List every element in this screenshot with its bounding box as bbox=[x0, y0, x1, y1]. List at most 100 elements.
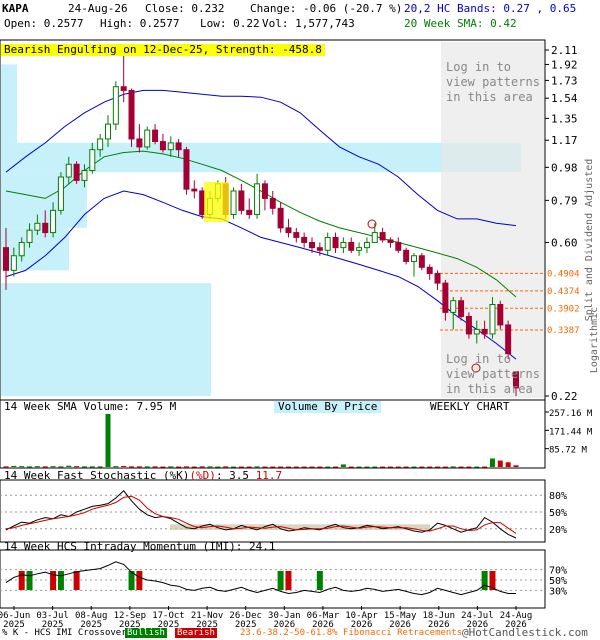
stoch-tick-label: 80% bbox=[549, 491, 567, 502]
volume-bar bbox=[505, 462, 511, 467]
volume-bar bbox=[309, 466, 315, 468]
candle-body bbox=[120, 86, 127, 91]
imi-tick-label: 30% bbox=[549, 586, 567, 597]
candle-body bbox=[395, 241, 402, 251]
candle-body bbox=[387, 239, 394, 243]
date-axis: 06-Jun202503-Jul202508-Aug202512-Sep2025… bbox=[0, 606, 532, 630]
login-line: view patterns bbox=[446, 367, 540, 381]
volume-bar bbox=[356, 466, 362, 468]
price-tick-label: 0.98 bbox=[551, 161, 578, 174]
candle-body bbox=[277, 207, 284, 229]
candle-body bbox=[497, 304, 504, 326]
candle-body bbox=[473, 328, 480, 335]
volume-bar bbox=[58, 466, 64, 468]
volume-tick-label: 257.16 M bbox=[549, 409, 593, 419]
volume-bar bbox=[113, 466, 119, 468]
pattern-banner: Bearish Engulfing on 12-Dec-25, Strength… bbox=[1, 44, 325, 56]
candle-body bbox=[97, 138, 104, 151]
volume-bar bbox=[450, 466, 456, 468]
candle-body bbox=[458, 300, 465, 317]
volume-bar bbox=[105, 413, 111, 467]
stoch-k-label: 14 Week Fast Stochastic (%K) bbox=[4, 469, 190, 482]
candle-body bbox=[489, 304, 496, 335]
price-tick-label: 1.92 bbox=[551, 58, 578, 71]
candle-body bbox=[340, 241, 347, 249]
crossover-marker bbox=[316, 571, 323, 590]
price-tick-label: 1.73 bbox=[551, 74, 578, 87]
volume-bar bbox=[223, 466, 229, 468]
volume-tick-label: 171.44 M bbox=[549, 427, 593, 437]
candle-body bbox=[465, 315, 472, 335]
volume-bar bbox=[301, 466, 307, 468]
volume-bar bbox=[207, 466, 213, 468]
login-line: view patterns bbox=[446, 75, 540, 89]
crossover-marker bbox=[57, 571, 64, 590]
crossover-marker bbox=[285, 571, 292, 590]
candle-body bbox=[3, 247, 9, 271]
stoch-tick-label: 50% bbox=[549, 508, 567, 519]
split-adjusted-label: Split and Dividend Adjusted bbox=[584, 159, 595, 322]
stoch-d-label: (%D) bbox=[189, 469, 216, 482]
candle-body bbox=[442, 282, 449, 313]
login-overlay-bottom[interactable]: Log in to view patterns in this area bbox=[446, 352, 540, 397]
volume-bar bbox=[66, 465, 72, 467]
candle-body bbox=[418, 255, 425, 268]
stoch-d-value: 11.7 bbox=[255, 469, 283, 482]
candle-body bbox=[89, 149, 96, 172]
price-tick-label: 1.17 bbox=[551, 134, 578, 147]
candle-body bbox=[159, 141, 166, 151]
volume-bar bbox=[89, 466, 95, 468]
candle-body bbox=[167, 142, 174, 151]
volume-bar bbox=[168, 466, 174, 468]
crossover-marker bbox=[277, 571, 284, 590]
login-line: Log in to bbox=[446, 60, 512, 74]
login-line: in this area bbox=[446, 90, 533, 104]
volume-bar bbox=[325, 466, 331, 468]
login-overlay-top[interactable]: Log in to view patterns in this area bbox=[446, 60, 540, 105]
volume-bar bbox=[442, 466, 448, 468]
volume-bar bbox=[176, 466, 182, 468]
candle-body bbox=[261, 183, 268, 199]
volume-bar bbox=[435, 466, 441, 468]
volume-bar bbox=[285, 466, 291, 468]
candle-body bbox=[363, 241, 370, 249]
stochastic-panel bbox=[0, 479, 546, 543]
volume-bar bbox=[380, 466, 386, 468]
crossover-marker bbox=[18, 571, 25, 590]
imi-panel bbox=[0, 549, 546, 609]
price-tick-label: 0.60 bbox=[551, 236, 578, 249]
volume-bar bbox=[42, 466, 48, 468]
vbp-bar bbox=[1, 283, 211, 396]
volume-bar bbox=[293, 466, 299, 468]
candle-body bbox=[348, 241, 355, 251]
volume-bar bbox=[419, 466, 425, 468]
engulfing-highlight bbox=[204, 182, 229, 222]
volume-bar bbox=[458, 466, 464, 468]
candle-body bbox=[230, 190, 237, 216]
crossover-marker bbox=[136, 571, 143, 590]
candle-body bbox=[128, 89, 135, 140]
stoch-k-value: : 3.5 bbox=[215, 469, 250, 482]
candle-body bbox=[246, 209, 253, 216]
fibonacci-label: 23.6-38.2-50-61.8% Fibonacci Retracement… bbox=[240, 628, 463, 638]
volume-bar bbox=[3, 466, 9, 468]
login-line: Log in to bbox=[446, 352, 512, 366]
volume-bar bbox=[19, 466, 25, 468]
imi-tick-label: 70% bbox=[549, 566, 567, 577]
candle-body bbox=[34, 222, 41, 231]
volume-bar bbox=[191, 466, 197, 468]
volume-bar bbox=[74, 466, 80, 468]
volume-title: 14 Week SMA Volume: 7.95 M bbox=[4, 400, 177, 413]
candle-body bbox=[183, 149, 190, 190]
volume-bar bbox=[513, 465, 519, 467]
candle-body bbox=[293, 232, 300, 238]
fib-label: 0.4904 bbox=[547, 269, 580, 279]
vbp-title: Volume By Price bbox=[274, 401, 382, 413]
crossover-marker bbox=[26, 571, 33, 590]
candle-body bbox=[57, 176, 64, 211]
candle-body bbox=[316, 247, 323, 251]
volume-bar bbox=[489, 458, 495, 467]
vbp-bar bbox=[1, 64, 17, 143]
volume-bar bbox=[144, 466, 150, 468]
candle-body bbox=[379, 232, 386, 241]
